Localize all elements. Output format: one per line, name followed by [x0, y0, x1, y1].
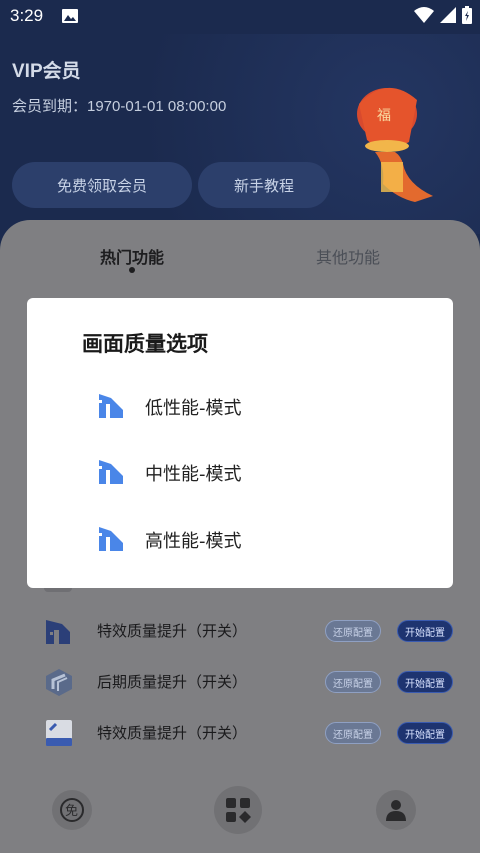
vip-header: VIP会员 会员到期：1970-01-01 08:00:00 免费领取会员 新手… [0, 34, 480, 234]
free-vip-button[interactable]: 免费领取会员 [12, 162, 192, 208]
option-label: 低性能-模式 [145, 398, 242, 419]
list-item: 后期质量提升（开关） 还原配置 开始配置 [0, 661, 480, 701]
signal-icon [440, 7, 456, 23]
building-icon [99, 460, 123, 484]
building-icon [46, 620, 70, 644]
layers-icon [46, 669, 72, 696]
option-high-performance[interactable]: 高性能-模式 [97, 517, 397, 557]
list-item: 特效质量提升（开关） 还原配置 开始配置 [0, 712, 480, 752]
restore-config-button[interactable]: 还原配置 [325, 722, 381, 744]
restore-config-button[interactable]: 还原配置 [325, 620, 381, 642]
wifi-icon [414, 7, 434, 23]
svg-text:免: 免 [65, 804, 78, 819]
device-icon [46, 720, 72, 746]
sky-lantern-illustration: 福 [357, 87, 433, 202]
free-badge-icon: 免 [60, 798, 84, 822]
svg-text:福: 福 [377, 108, 391, 124]
battery-icon [462, 6, 472, 24]
vip-title: VIP会员 [12, 61, 81, 82]
option-mid-performance[interactable]: 中性能-模式 [97, 450, 397, 490]
start-config-button[interactable]: 开始配置 [397, 620, 453, 642]
tab-active-indicator [129, 267, 135, 273]
option-low-performance[interactable]: 低性能-模式 [97, 384, 397, 424]
building-icon [99, 527, 123, 551]
quality-options-dialog: 画面质量选项 低性能-模式 中性能-模式 高性能-模式 [27, 298, 453, 588]
nav-profile-button[interactable] [376, 790, 416, 830]
option-label: 高性能-模式 [145, 531, 242, 552]
status-bar: 3:29 [0, 0, 480, 34]
dialog-title: 画面质量选项 [82, 332, 208, 356]
option-label: 中性能-模式 [145, 464, 242, 485]
building-icon [99, 394, 123, 418]
status-time: 3:29 [10, 6, 44, 25]
image-notification-icon [62, 9, 78, 23]
restore-config-button[interactable]: 还原配置 [325, 671, 381, 693]
start-config-button[interactable]: 开始配置 [397, 722, 453, 744]
vip-expire-text: 会员到期：1970-01-01 08:00:00 [12, 98, 227, 115]
list-item-label: 特效质量提升（开关） [97, 724, 248, 742]
nav-home-button[interactable] [214, 786, 262, 834]
list-item: 特效质量提升（开关） 还原配置 开始配置 [0, 610, 480, 650]
start-config-button[interactable]: 开始配置 [397, 671, 453, 693]
guide-button[interactable]: 新手教程 [198, 162, 330, 208]
list-item-label: 特效质量提升（开关） [97, 622, 248, 640]
nav-free-button[interactable]: 免 [52, 790, 92, 830]
tab-hot-features[interactable]: 热门功能 [100, 244, 164, 268]
tab-other-features[interactable]: 其他功能 [316, 244, 380, 268]
list-item-label: 后期质量提升（开关） [97, 673, 248, 691]
user-icon [386, 800, 406, 821]
apps-grid-icon [226, 798, 251, 823]
